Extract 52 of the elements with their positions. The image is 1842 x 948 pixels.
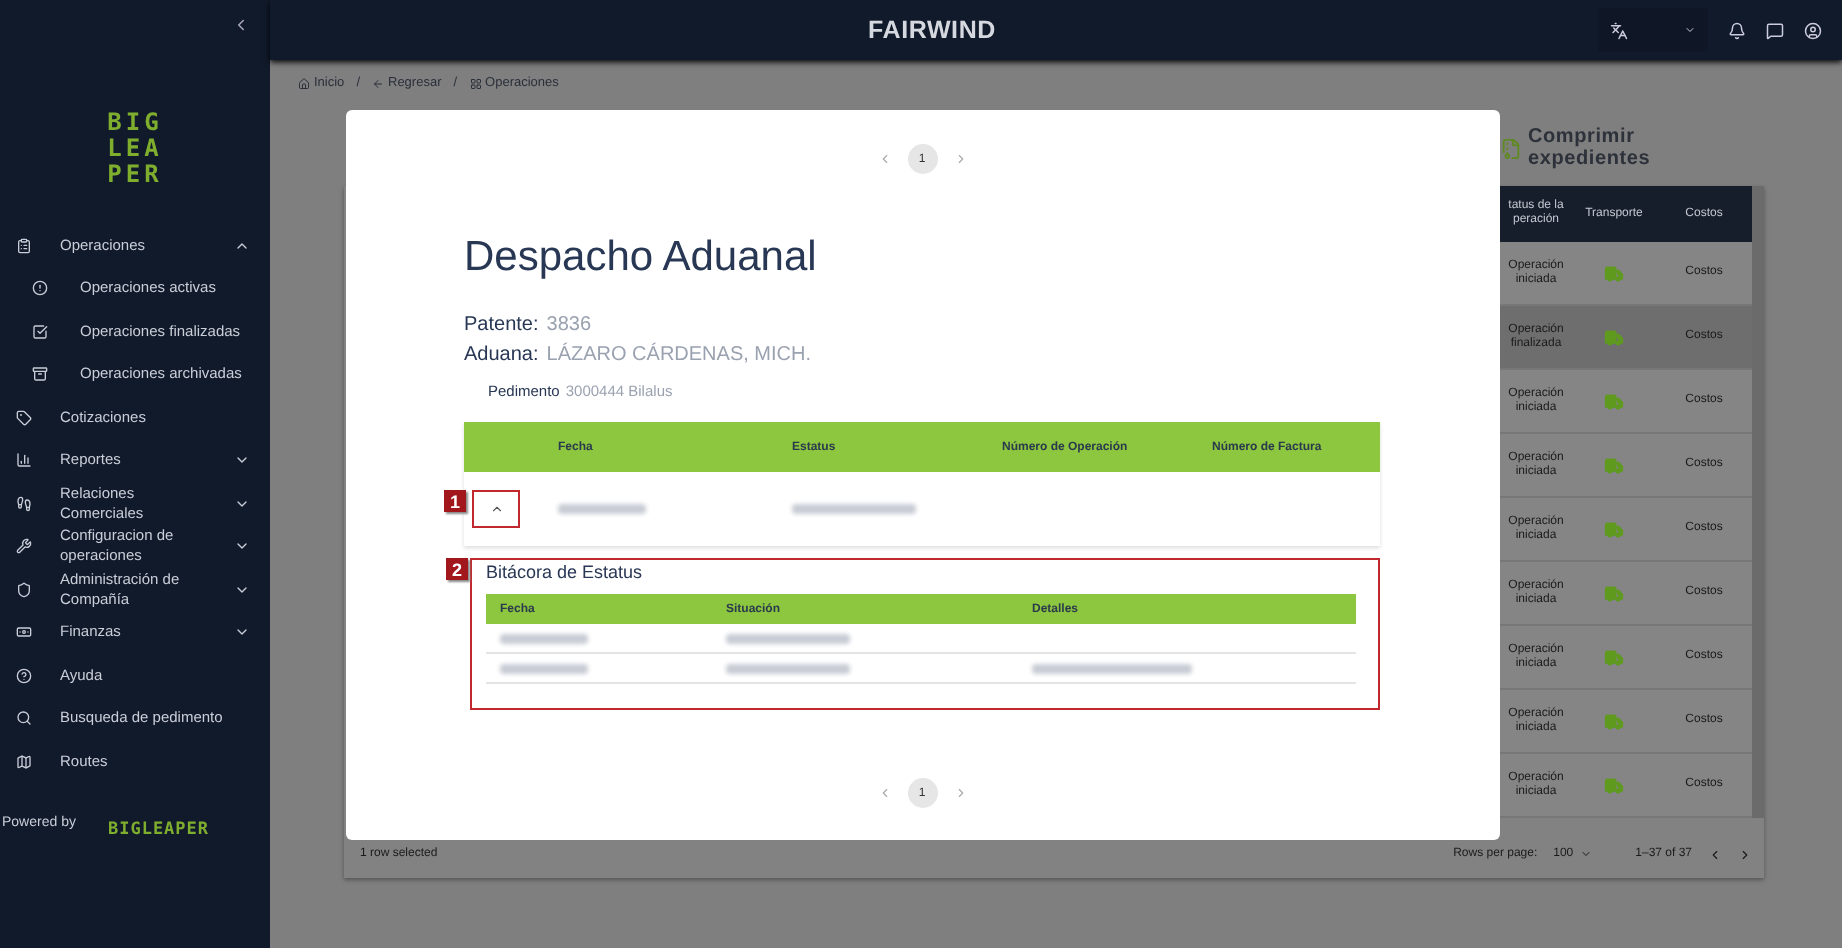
dialog-title: Despacho Aduanal: [464, 234, 819, 282]
previous-page-icon[interactable]: [877, 786, 891, 800]
previous-page-icon[interactable]: [877, 152, 891, 166]
next-page-icon[interactable]: [953, 152, 967, 166]
language-select[interactable]: [1598, 8, 1708, 52]
field-label: Patente:: [464, 312, 539, 340]
help-icon: [16, 667, 32, 684]
redacted-text: [558, 504, 646, 514]
chart-icon: [16, 452, 32, 469]
translate-icon: [1610, 21, 1628, 39]
field-value: 3836: [546, 312, 592, 340]
grid-icon: [469, 77, 482, 89]
back-arrow-icon: [372, 77, 384, 89]
bell-icon: [1728, 21, 1746, 39]
wrench-icon: [16, 538, 32, 555]
account-button[interactable]: [1804, 21, 1822, 39]
next-page-icon[interactable]: [953, 786, 967, 800]
checkbox-icon: [32, 323, 48, 340]
redacted-text: [726, 663, 850, 673]
banknote-icon: [16, 624, 32, 641]
shield-icon: [16, 581, 32, 598]
collapse-button[interactable]: [232, 16, 250, 34]
map-icon: [16, 753, 32, 770]
app-title: FAIRWIND: [868, 16, 996, 44]
callout-badge: 2: [446, 558, 468, 580]
chat-icon: [1766, 21, 1784, 39]
tag-icon: [16, 409, 32, 426]
clipboard-icon: [16, 237, 32, 254]
compress-files-button[interactable]: Comprimir expedientes: [1528, 126, 1656, 170]
notifications-button[interactable]: [1728, 21, 1746, 39]
field-label: Aduana:: [464, 342, 539, 370]
truck-icon[interactable]: [1604, 327, 1624, 347]
redacted-text: [726, 633, 850, 643]
section-title: Bitácora de Estatus: [486, 562, 645, 582]
messages-button[interactable]: [1766, 21, 1784, 39]
user-icon: [1804, 21, 1822, 39]
caret-icon: [1579, 848, 1592, 860]
chevron-up-icon: [489, 502, 503, 516]
expand-button[interactable]: [472, 490, 520, 528]
alert-icon: [32, 280, 48, 297]
logo: BIG LEA PER: [107, 110, 163, 188]
redacted-text: [500, 633, 588, 643]
previous-page-icon[interactable]: [1708, 847, 1722, 861]
callout-badge: 1: [444, 490, 466, 512]
next-page-icon[interactable]: [1738, 847, 1752, 861]
redacted-text: [500, 663, 588, 673]
brand-logo: BIGLEAPER: [107, 819, 210, 839]
home-icon: [298, 77, 310, 89]
redacted-text: [792, 504, 916, 514]
search-icon: [16, 710, 32, 727]
field-value: LÁZARO CÁRDENAS, MICH.: [546, 340, 812, 370]
chevron-down-icon: [1684, 24, 1696, 36]
